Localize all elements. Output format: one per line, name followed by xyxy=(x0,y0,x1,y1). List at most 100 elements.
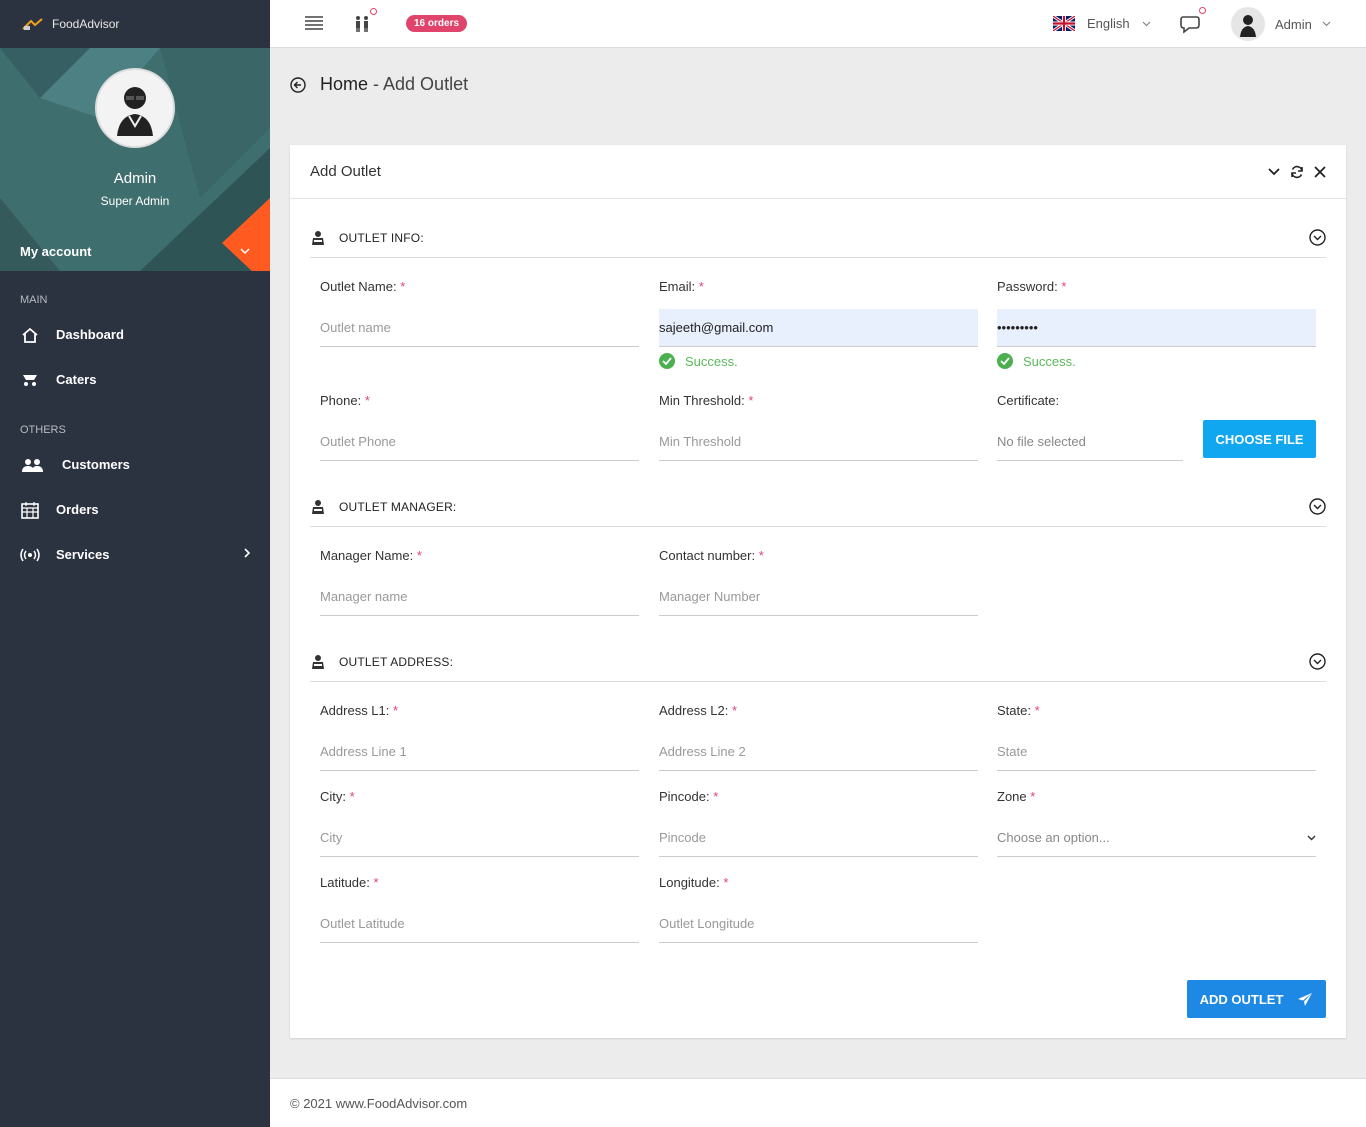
certificate-file-name[interactable]: No file selected xyxy=(997,423,1183,461)
state-input[interactable]: State xyxy=(997,733,1316,771)
language-selector[interactable]: English xyxy=(1087,16,1151,31)
latitude-field: Latitude: * Outlet Latitude xyxy=(320,875,639,943)
required-mark: * xyxy=(373,875,379,890)
email-success-text: Success. xyxy=(685,353,738,369)
profile-avatar[interactable] xyxy=(95,68,175,148)
password-label: Password: xyxy=(997,279,1058,294)
user-avatar xyxy=(1231,7,1265,41)
sidebar-item-label: Caters xyxy=(56,372,97,387)
sidebar-item-label: Orders xyxy=(56,502,99,517)
language-label: English xyxy=(1087,16,1130,31)
notification-dot xyxy=(370,8,377,15)
chat-icon[interactable] xyxy=(1180,14,1200,34)
sidebar-item-dashboard[interactable]: Dashboard xyxy=(0,312,270,357)
broadcast-icon xyxy=(20,545,40,565)
back-arrow-icon[interactable] xyxy=(290,76,306,93)
sidebar-item-label: Services xyxy=(56,547,110,562)
required-mark: * xyxy=(748,393,754,408)
chevron-down-icon xyxy=(1322,21,1331,27)
chevron-circle-icon[interactable] xyxy=(1309,229,1326,246)
min-threshold-input[interactable]: Min Threshold xyxy=(659,423,978,461)
chevron-circle-icon[interactable] xyxy=(1309,653,1326,670)
paper-plane-icon xyxy=(1298,992,1313,1006)
user-menu[interactable]: Admin xyxy=(1231,7,1331,41)
add-outlet-button[interactable]: ADD OUTLET xyxy=(1187,980,1326,1018)
nav-section-main: MAIN xyxy=(20,294,48,306)
profile-name: Admin xyxy=(113,170,157,187)
nav-section-others: OTHERS xyxy=(20,424,66,436)
home-icon xyxy=(20,325,40,345)
breadcrumb-separator: - xyxy=(368,74,384,94)
address1-field: Address L1: * Address Line 1 xyxy=(320,703,639,771)
sidebar-item-orders[interactable]: Orders xyxy=(0,487,270,532)
longitude-label: Longitude: xyxy=(659,875,720,890)
min-threshold-field: Min Threshold: * Min Threshold xyxy=(659,393,978,461)
latitude-label: Latitude: xyxy=(320,875,370,890)
check-circle-icon xyxy=(997,353,1013,369)
breadcrumb-home[interactable]: Home xyxy=(320,74,368,94)
address1-input[interactable]: Address Line 1 xyxy=(320,733,639,771)
choose-file-button[interactable]: CHOOSE FILE xyxy=(1203,420,1316,458)
brand-logo-icon xyxy=(22,17,46,31)
email-label: Email: xyxy=(659,279,696,294)
user-name: Admin xyxy=(1275,16,1312,32)
contact-number-input[interactable]: Manager Number xyxy=(659,578,978,616)
zone-label: Zone xyxy=(997,789,1027,804)
section-outlet-info-title: OUTLET INFO: xyxy=(339,230,424,245)
pincode-input[interactable]: Pincode xyxy=(659,819,978,857)
section-outlet-address: OUTLET ADDRESS: xyxy=(310,642,1326,682)
latitude-input[interactable]: Outlet Latitude xyxy=(320,905,639,943)
footer: © 2021 www.FoodAdvisor.com xyxy=(270,1078,1366,1127)
manager-name-field: Manager Name: * Manager name xyxy=(320,548,639,616)
chevron-circle-icon[interactable] xyxy=(1309,498,1326,515)
people-icon[interactable] xyxy=(353,15,371,33)
check-circle-icon xyxy=(659,353,675,369)
profile-panel: Admin Super Admin My account xyxy=(0,48,270,271)
required-mark: * xyxy=(416,548,422,563)
password-input[interactable]: ••••••••• xyxy=(997,309,1316,347)
email-input[interactable]: sajeeth@gmail.com xyxy=(659,309,978,347)
add-outlet-label: ADD OUTLET xyxy=(1199,991,1284,1007)
manager-name-input[interactable]: Manager name xyxy=(320,578,639,616)
address2-input[interactable]: Address Line 2 xyxy=(659,733,978,771)
contact-number-field: Contact number: * Manager Number xyxy=(659,548,978,616)
address2-label: Address L2: xyxy=(659,703,729,718)
pincode-field: Pincode: * Pincode xyxy=(659,789,978,857)
sidebar-item-services[interactable]: Services xyxy=(0,532,270,577)
orders-badge[interactable]: 16 orders xyxy=(406,15,468,32)
city-input[interactable]: City xyxy=(320,819,639,857)
sidebar: FoodAdvisor Admin Super Admin My account… xyxy=(0,0,270,1127)
address2-field: Address L2: * Address Line 2 xyxy=(659,703,978,771)
pincode-label: Pincode: xyxy=(659,789,710,804)
chevron-right-icon xyxy=(244,546,251,561)
my-account-label: My account xyxy=(20,243,92,259)
collapse-icon[interactable] xyxy=(1268,167,1280,176)
contact-number-label: Contact number: xyxy=(659,548,756,563)
my-account-toggle[interactable]: My account xyxy=(0,231,270,271)
outlet-name-input[interactable]: Outlet name xyxy=(320,309,639,347)
required-mark: * xyxy=(732,703,738,718)
certificate-field: Certificate: No file selected xyxy=(997,393,1183,461)
menu-toggle-icon[interactable] xyxy=(305,16,323,30)
state-label: State: xyxy=(997,703,1031,718)
required-mark: * xyxy=(1061,279,1067,294)
close-icon[interactable] xyxy=(1314,165,1326,178)
chef-icon xyxy=(312,654,324,669)
brand[interactable]: FoodAdvisor xyxy=(0,0,270,48)
phone-input[interactable]: Outlet Phone xyxy=(320,423,639,461)
zone-field: Zone * Choose an option... xyxy=(997,789,1316,857)
required-mark: * xyxy=(1030,789,1036,804)
refresh-icon[interactable] xyxy=(1290,165,1304,179)
min-threshold-label: Min Threshold: xyxy=(659,393,745,408)
breadcrumb: Home - Add Outlet xyxy=(320,74,468,95)
zone-select[interactable]: Choose an option... xyxy=(997,819,1316,857)
longitude-input[interactable]: Outlet Longitude xyxy=(659,905,978,943)
profile-role: Super Admin xyxy=(100,194,170,208)
city-label: City: xyxy=(320,789,346,804)
required-mark: * xyxy=(400,279,406,294)
sidebar-item-caters[interactable]: Caters xyxy=(0,357,270,402)
sidebar-item-label: Customers xyxy=(62,457,130,472)
avatar-icon xyxy=(117,87,153,136)
sidebar-item-customers[interactable]: Customers xyxy=(0,442,270,487)
certificate-label: Certificate: xyxy=(997,393,1060,408)
